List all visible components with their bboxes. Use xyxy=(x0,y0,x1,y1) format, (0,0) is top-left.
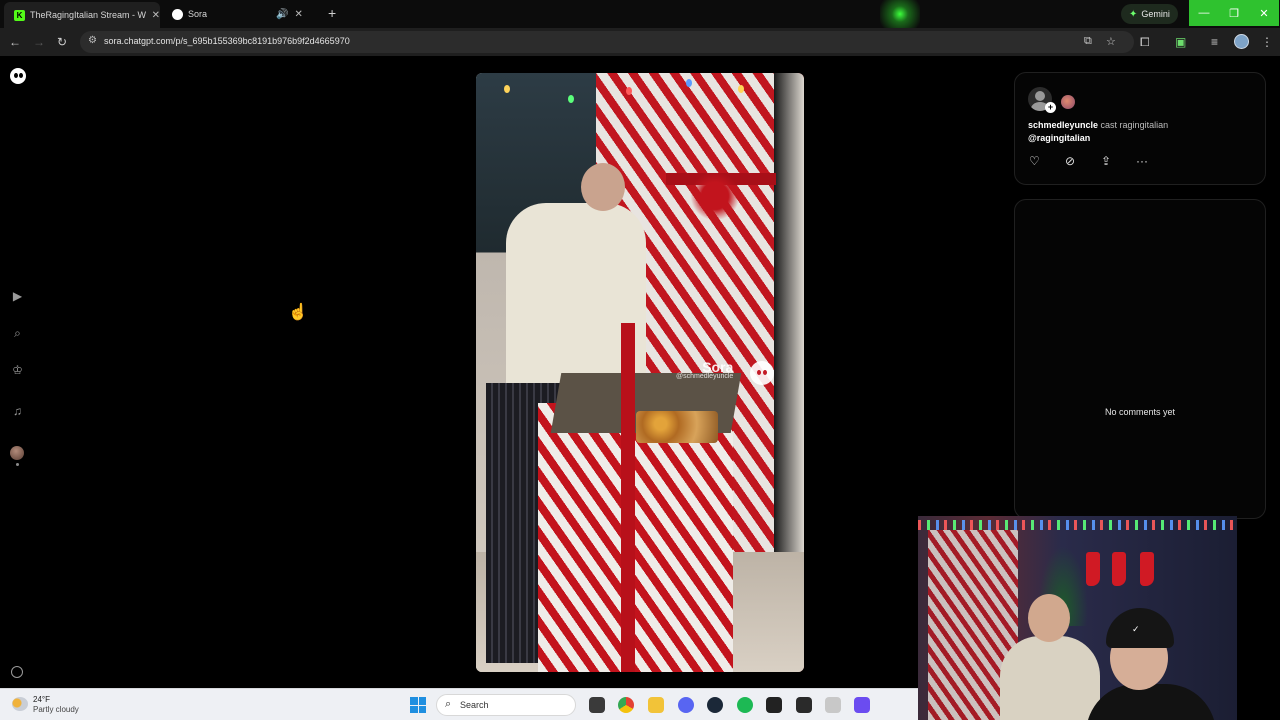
windows-taskbar: 24°F Partly cloudy ⌕ Search xyxy=(0,688,918,720)
gemini-button[interactable]: ✦ Gemini xyxy=(1121,4,1178,24)
search-icon: ⌕ xyxy=(445,698,452,710)
install-app-icon[interactable]: ⧉ xyxy=(1084,35,1092,48)
sora-logo-icon[interactable] xyxy=(10,68,26,84)
close-window-button[interactable]: ✕ xyxy=(1249,0,1279,26)
stocking xyxy=(1140,552,1154,586)
video-watermark: Sora @schmedleyuncle xyxy=(676,359,733,380)
tabbar-decoration xyxy=(880,0,920,28)
tab-title: TheRagingItalian Stream - Wa xyxy=(30,10,146,20)
chrome-icon[interactable] xyxy=(618,697,634,713)
discord-icon[interactable] xyxy=(678,697,694,713)
gift-box xyxy=(538,403,733,672)
webcam-person xyxy=(1000,636,1100,720)
stocking xyxy=(1086,552,1100,586)
notification-dot xyxy=(16,463,19,466)
robot-icon[interactable] xyxy=(796,697,812,713)
post-caption: schmedleyuncle cast ragingitalian xyxy=(1028,120,1168,130)
heart-icon[interactable]: ♡ xyxy=(1029,154,1040,168)
webcam-lights xyxy=(918,520,1237,530)
close-icon[interactable]: ✕ xyxy=(152,10,160,21)
weather-temp[interactable]: 24°F xyxy=(33,695,50,704)
sora-icon xyxy=(172,8,183,20)
site-info-icon[interactable]: ⚙ xyxy=(88,35,97,46)
close-icon[interactable]: ✕ xyxy=(294,9,302,20)
tab-kick-stream[interactable]: K TheRagingItalian Stream - Wa ✕ xyxy=(4,2,160,28)
mouse-cursor-icon: ☝ xyxy=(288,304,308,321)
cameo-avatar[interactable] xyxy=(1061,95,1075,109)
taskview-icon[interactable] xyxy=(589,697,605,713)
windows-icon[interactable] xyxy=(410,697,426,713)
search-icon[interactable]: ⌕ xyxy=(10,326,25,341)
profile-avatar[interactable] xyxy=(1234,34,1249,49)
gift-ribbon xyxy=(621,323,635,672)
extensions-icon[interactable]: ⧠ xyxy=(1140,35,1150,49)
new-tab-button[interactable]: + xyxy=(328,6,336,20)
gemini-label: Gemini xyxy=(1141,9,1170,19)
url-text[interactable]: sora.chatgpt.com/p/s_695b155369bc8191b97… xyxy=(104,36,350,46)
trophy-icon[interactable]: ♔ xyxy=(10,363,25,378)
back-icon[interactable]: ← xyxy=(9,35,21,49)
comments-panel: No comments yet xyxy=(1014,199,1266,519)
mention-link[interactable]: @ragingitalian xyxy=(1028,133,1090,143)
cast-text: cast ragingitalian xyxy=(1100,120,1169,130)
settings-icon[interactable] xyxy=(11,666,23,678)
bookmark-star-icon[interactable]: ☆ xyxy=(1106,35,1116,48)
taskbar-search[interactable]: ⌕ Search xyxy=(436,694,576,716)
play-icon[interactable]: ▶ xyxy=(10,289,25,304)
stocking xyxy=(1112,552,1126,586)
speaker-icon[interactable]: 🔊 xyxy=(276,9,288,20)
address-bar[interactable]: ⚙ sora.chatgpt.com/p/s_695b155369bc8191b… xyxy=(80,31,1134,53)
bell-icon[interactable]: ♫ xyxy=(10,404,25,419)
grid-app-icon[interactable] xyxy=(854,697,870,713)
remix-icon[interactable]: ⊘ xyxy=(1065,154,1075,168)
post-info-card: + schmedleyuncle cast ragingitalian @rag… xyxy=(1014,72,1266,185)
steam-icon[interactable] xyxy=(707,697,723,713)
kick-icon: K xyxy=(14,9,25,21)
menu-icon[interactable]: ⋮ xyxy=(1261,35,1273,49)
video-player[interactable]: Sora @schmedleyuncle xyxy=(476,73,804,672)
browser-tab-bar: K TheRagingItalian Stream - Wa ✕ Sora 🔊 … xyxy=(0,0,1280,28)
follow-plus-icon[interactable]: + xyxy=(1045,102,1056,113)
media-controls-icon[interactable]: ≡ xyxy=(1211,35,1218,49)
sora-watermark-icon xyxy=(750,361,774,385)
webcam-person xyxy=(1028,594,1070,642)
webcam-overlay: ✓ xyxy=(918,516,1237,720)
extension-icon[interactable]: ▣ xyxy=(1175,35,1186,49)
webcam-cap xyxy=(1106,608,1174,648)
no-comments-text: No comments yet xyxy=(1104,407,1176,417)
search-placeholder: Search xyxy=(460,700,489,710)
forward-icon[interactable]: → xyxy=(33,35,45,49)
browser-toolbar: ← → ↻ ⚙ sora.chatgpt.com/p/s_695b155369b… xyxy=(0,28,1280,56)
nike-logo-icon: ✓ xyxy=(1132,624,1140,634)
share-icon[interactable]: ⇪ xyxy=(1101,154,1111,168)
webcam-person xyxy=(1086,684,1216,720)
gemini-icon: ✦ xyxy=(1129,8,1138,20)
tab-sora[interactable]: Sora 🔊 ✕ xyxy=(162,4,318,24)
restore-button[interactable]: ❐ xyxy=(1219,0,1249,26)
profile-avatar[interactable] xyxy=(10,446,24,460)
pizza xyxy=(636,411,718,443)
watermark-handle: @schmedleyuncle xyxy=(676,373,734,380)
more-icon[interactable]: ··· xyxy=(1136,154,1148,168)
weather-desc[interactable]: Partly cloudy xyxy=(33,705,79,714)
spotify-icon[interactable] xyxy=(737,697,753,713)
tab-title: Sora xyxy=(188,9,208,19)
weather-icon[interactable] xyxy=(12,697,28,711)
string-lights xyxy=(476,73,804,103)
gift-bow xyxy=(690,173,740,219)
reload-icon[interactable]: ↻ xyxy=(57,35,67,49)
epic-icon[interactable] xyxy=(766,697,782,713)
minimize-button[interactable]: — xyxy=(1189,0,1219,26)
mail-icon[interactable] xyxy=(825,697,841,713)
author-name[interactable]: schmedleyuncle xyxy=(1028,120,1098,130)
folder-icon[interactable] xyxy=(648,697,664,713)
